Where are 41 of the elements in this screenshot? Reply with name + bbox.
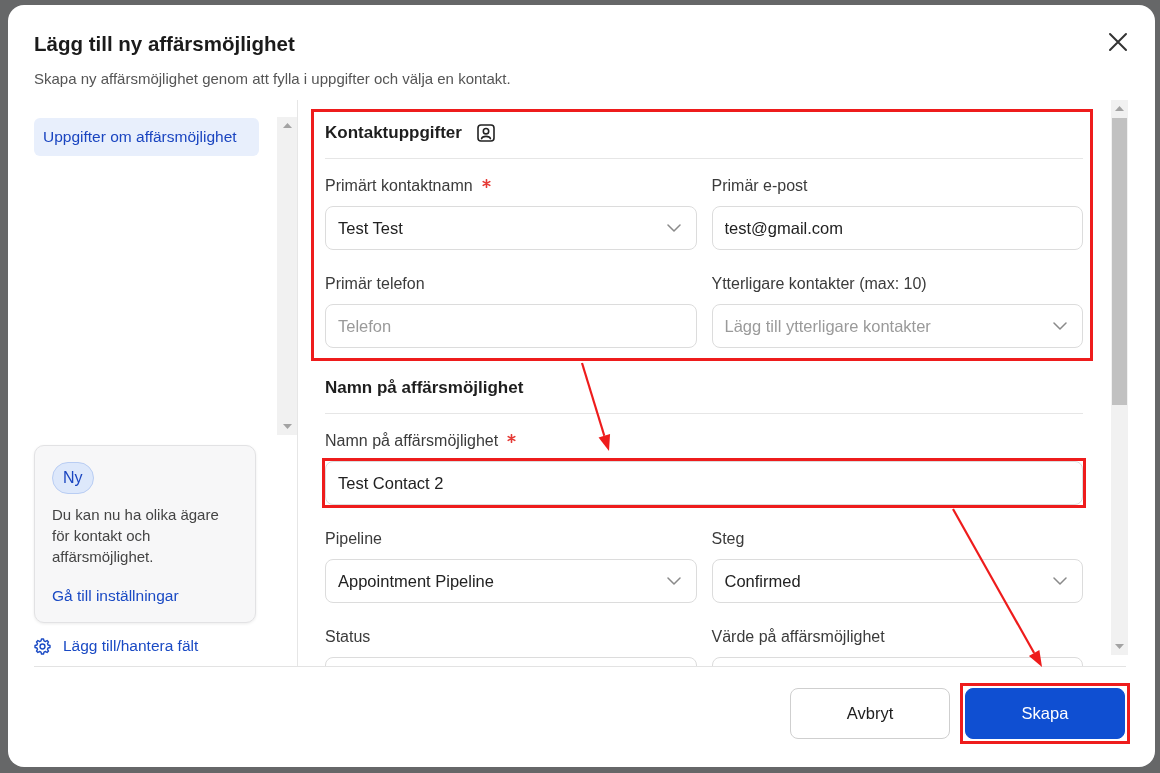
scrollbar[interactable]	[1111, 100, 1128, 655]
new-badge: Ny	[52, 462, 94, 494]
chevron-down-icon	[1053, 322, 1067, 330]
section-title: Namn på affärsmöjlighet	[325, 377, 524, 399]
close-icon	[1108, 32, 1128, 52]
settings-link[interactable]: Gå till inställningar	[52, 586, 179, 606]
scrollbar-thumb[interactable]	[1112, 118, 1127, 405]
chevron-down-icon	[666, 224, 681, 232]
field-label: Status	[325, 627, 371, 647]
caret-down-icon[interactable]	[1115, 644, 1124, 649]
field-label: Primär e-post	[711, 176, 808, 196]
manage-fields-link[interactable]: Lägg till/hantera fält	[34, 636, 199, 656]
sidebar-item[interactable]: Uppgifter om affärsmöjlighet	[34, 118, 259, 156]
caret-down-icon[interactable]	[282, 424, 292, 429]
create-button[interactable]: Skapa	[965, 688, 1125, 739]
dropdown[interactable]: Confirmed	[711, 559, 1083, 603]
field-label: Primärt kontaktnamn	[325, 176, 473, 196]
section-title: Kontaktuppgifter	[325, 122, 462, 144]
text-input[interactable]: Test Contact 2	[325, 461, 1083, 505]
settings-icon	[34, 637, 51, 655]
field-label: Ytterligare kontakter (max: 10)	[711, 274, 927, 294]
dialog-subtitle: Skapa ny affärsmöjlighet genom att fylla i uppgifter och välja en kontakt.	[34, 69, 512, 89]
field-label: Steg	[711, 529, 745, 549]
field-label: Namn på affärsmöjlighet	[325, 431, 499, 451]
caret-up-icon[interactable]	[282, 123, 292, 128]
caret-up-icon[interactable]	[1115, 106, 1124, 111]
dropdown[interactable]: Test Test	[325, 206, 697, 250]
dialog-title: Lägg till ny affärsmöjlighet	[34, 32, 295, 56]
dropdown[interactable]: Appointment Pipeline	[325, 559, 697, 603]
field-label: Värde på affärsmöjlighet	[711, 627, 885, 647]
text-input[interactable]: test@gmail.com	[711, 206, 1083, 250]
field-label: Pipeline	[325, 529, 382, 549]
text-input[interactable]: Telefon	[325, 304, 697, 348]
field-label: Primär telefon	[325, 274, 425, 294]
notice-text: Du kan nu ha olika ägare för kontakt och affärsmöjlighet.	[52, 505, 220, 567]
scrollbar[interactable]	[277, 117, 297, 435]
chevron-down-icon	[1053, 577, 1067, 585]
cancel-button[interactable]: Avbryt	[790, 688, 950, 739]
close-button[interactable]	[1108, 32, 1128, 52]
dropdown[interactable]: Lägg till ytterligare kontakter	[711, 304, 1083, 348]
chevron-down-icon	[666, 577, 681, 585]
